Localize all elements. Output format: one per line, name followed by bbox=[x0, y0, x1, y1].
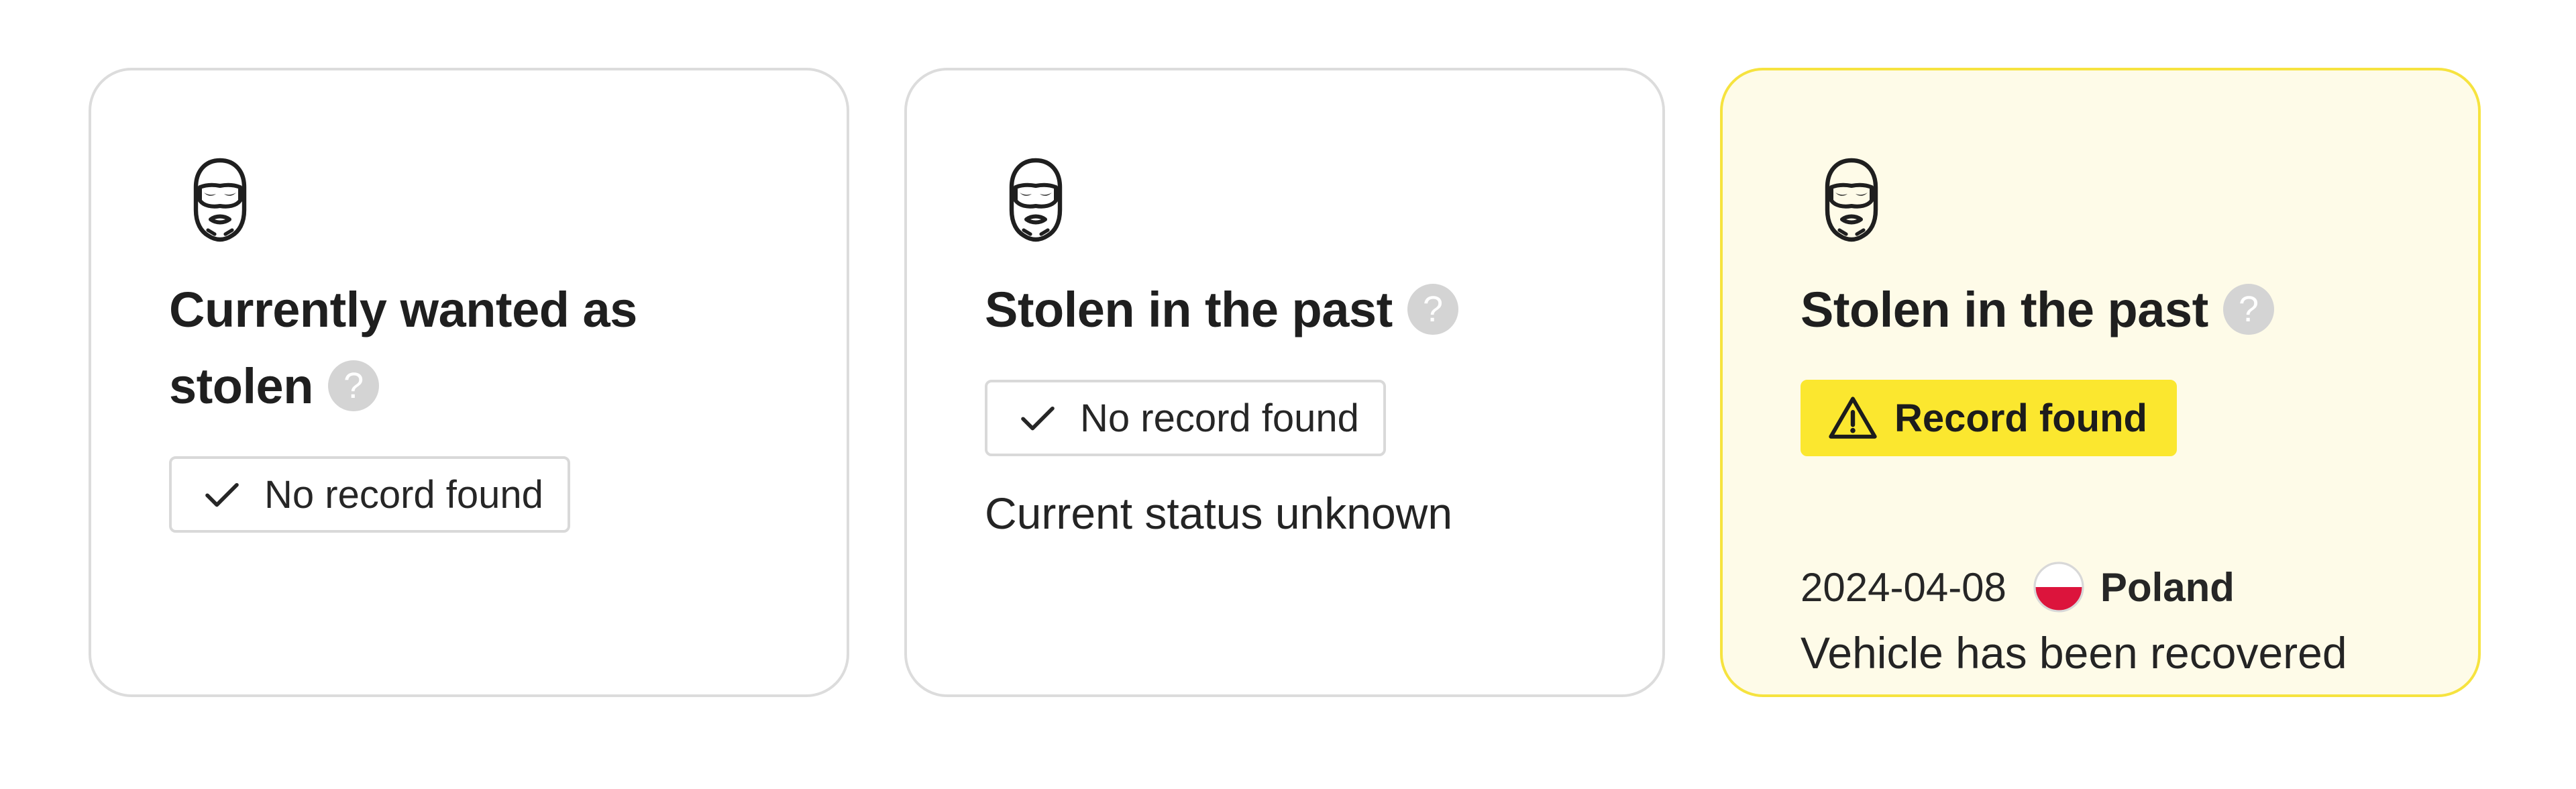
theft-check-cards: Currently wanted as stolen? No record fo… bbox=[89, 68, 2481, 697]
badge-label: Record found bbox=[1894, 396, 2147, 440]
card-stolen-in-past: Stolen in the past? No record found Curr… bbox=[904, 68, 1665, 697]
balaclava-icon bbox=[1009, 158, 1063, 242]
card-title-text: Currently wanted as stolen bbox=[169, 282, 637, 414]
card-currently-wanted: Currently wanted as stolen? No record fo… bbox=[89, 68, 849, 697]
check-icon bbox=[1021, 406, 1055, 431]
help-icon[interactable]: ? bbox=[327, 360, 379, 412]
card-title: Stolen in the past? bbox=[1801, 272, 2391, 348]
check-icon bbox=[205, 482, 239, 507]
record-date: 2024-04-08 bbox=[1801, 564, 2006, 610]
poland-flag-icon bbox=[2033, 562, 2084, 613]
card-stolen-in-past-record: Stolen in the past? Record found 2024-04… bbox=[1720, 68, 2481, 697]
card-title-text: Stolen in the past bbox=[985, 282, 1393, 337]
record-details: 2024-04-08 Poland bbox=[1801, 555, 2235, 619]
record-status-text: Vehicle has been recovered bbox=[1801, 628, 2347, 678]
no-record-badge: No record found bbox=[985, 380, 1386, 456]
no-record-badge: No record found bbox=[169, 456, 570, 533]
badge-label: No record found bbox=[1080, 396, 1359, 440]
card-title: Currently wanted as stolen? bbox=[169, 272, 759, 425]
current-status-text: Current status unknown bbox=[985, 488, 1453, 538]
balaclava-icon bbox=[193, 158, 247, 242]
card-title-text: Stolen in the past bbox=[1801, 282, 2208, 337]
record-found-badge: Record found bbox=[1801, 380, 2177, 456]
help-icon[interactable]: ? bbox=[2222, 284, 2274, 335]
badge-label: No record found bbox=[264, 472, 543, 517]
warning-icon bbox=[1829, 397, 1877, 439]
balaclava-icon bbox=[1825, 158, 1878, 242]
card-title: Stolen in the past? bbox=[985, 272, 1575, 348]
help-icon[interactable]: ? bbox=[1407, 284, 1458, 335]
record-country: Poland bbox=[2100, 564, 2235, 610]
